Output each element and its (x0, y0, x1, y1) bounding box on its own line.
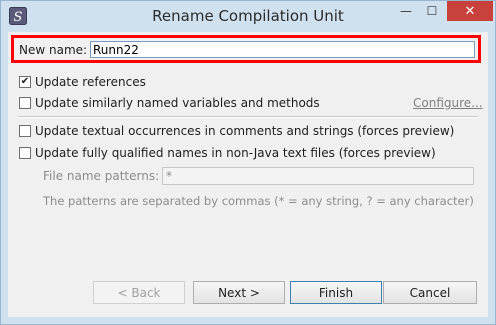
update-references-label: Update references (35, 75, 146, 89)
update-similar-names-checkbox[interactable] (19, 97, 31, 109)
rename-dialog: S Rename Compilation Unit — ☐ ✕ New name… (0, 0, 496, 325)
configure-link[interactable]: Configure... (413, 96, 483, 110)
close-button[interactable]: ✕ (447, 1, 493, 21)
file-name-patterns-label: File name patterns: (43, 169, 160, 183)
minimize-icon: — (400, 4, 412, 18)
new-name-input[interactable] (90, 41, 475, 58)
minimize-button[interactable]: — (393, 1, 419, 21)
update-similar-names-label: Update similarly named variables and met… (35, 96, 320, 110)
update-references-checkbox[interactable]: ✔ (19, 76, 31, 88)
option-textual-occurrences[interactable]: Update textual occurrences in comments a… (19, 124, 454, 138)
textual-occurrences-checkbox[interactable] (19, 125, 31, 137)
option-qualified-names[interactable]: Update fully qualified names in non-Java… (19, 146, 436, 160)
dialog-body: New name: ✔ Update references Update sim… (8, 32, 488, 317)
cancel-button[interactable]: Cancel (383, 281, 477, 304)
patterns-help-text: The patterns are separated by commas (* … (43, 194, 474, 208)
maximize-button[interactable]: ☐ (419, 1, 445, 21)
new-name-highlight: New name: (11, 35, 481, 63)
next-button[interactable]: Next > (193, 281, 285, 304)
option-update-similar-names[interactable]: Update similarly named variables and met… (19, 96, 320, 110)
file-name-patterns-input (162, 167, 474, 185)
option-update-references[interactable]: ✔ Update references (19, 75, 146, 89)
new-name-label: New name: (19, 43, 88, 57)
back-button: < Back (93, 281, 185, 304)
maximize-icon: ☐ (426, 4, 438, 18)
title-bar[interactable]: S Rename Compilation Unit — ☐ ✕ (1, 1, 495, 32)
close-icon: ✕ (464, 3, 476, 19)
qualified-names-label: Update fully qualified names in non-Java… (35, 146, 436, 160)
textual-occurrences-label: Update textual occurrences in comments a… (35, 124, 455, 138)
finish-button[interactable]: Finish (290, 281, 382, 304)
separator (18, 116, 478, 118)
qualified-names-checkbox[interactable] (19, 147, 31, 159)
